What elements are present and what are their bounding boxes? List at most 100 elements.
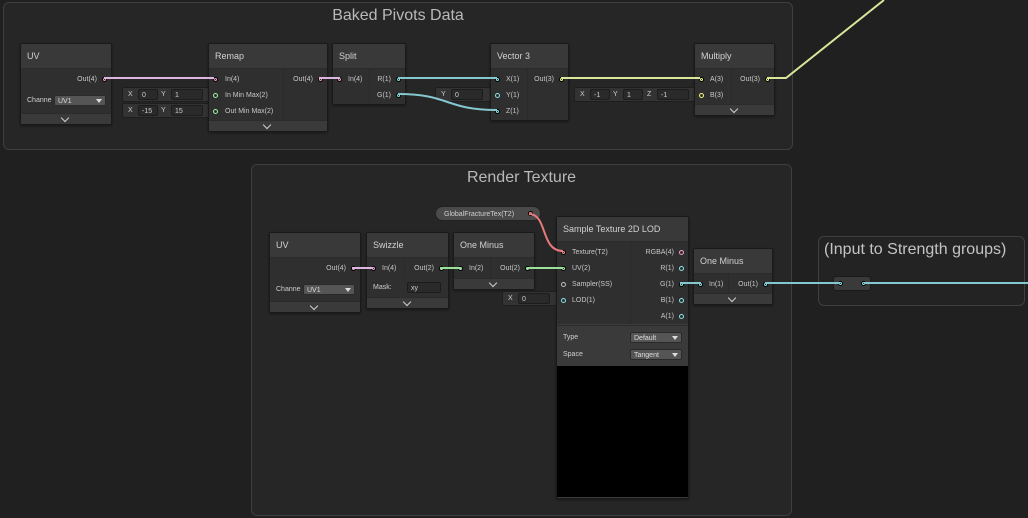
- x-field[interactable]: -15: [138, 105, 158, 116]
- split-node[interactable]: Split In(4) R(1) G(1): [332, 43, 406, 105]
- x-label: X: [580, 91, 585, 98]
- reroute-node[interactable]: [833, 276, 871, 291]
- collapse-toggle[interactable]: [209, 120, 327, 131]
- remap-in-port[interactable]: [213, 77, 218, 82]
- y-field[interactable]: 1: [171, 89, 203, 100]
- collapse-toggle[interactable]: [695, 104, 774, 115]
- sample-r-port[interactable]: [679, 266, 684, 271]
- sample-g-port[interactable]: [679, 282, 684, 287]
- sample-texture-2d-lod-node[interactable]: Sample Texture 2D LOD Texture(T2) UV(2) …: [556, 216, 689, 499]
- collapse-toggle[interactable]: [21, 113, 111, 124]
- vector3-y-port[interactable]: [495, 93, 500, 98]
- group-title: Baked Pivots Data: [332, 7, 464, 24]
- split-r-label: R(1): [377, 76, 391, 83]
- one-minus-out-port[interactable]: [763, 282, 768, 287]
- y-field[interactable]: 1: [623, 89, 643, 100]
- swizzle-in-port[interactable]: [371, 266, 376, 271]
- reroute-in-port[interactable]: [838, 281, 843, 286]
- sample-lod-port[interactable]: [561, 298, 566, 303]
- node-title: Swizzle: [367, 233, 448, 258]
- vector3-x-port[interactable]: [495, 77, 500, 82]
- uv-out-port[interactable]: [351, 266, 356, 271]
- split-g-port[interactable]: [396, 93, 401, 98]
- split-in-label: In(4): [348, 76, 363, 83]
- multiply-b-inline[interactable]: X -1 Y 1 Z -1: [574, 87, 696, 102]
- sample-sampler-port[interactable]: [561, 282, 566, 287]
- texture-property-node[interactable]: GlobalFractureTex(T2): [435, 206, 541, 221]
- vector3-z-label: Z(1): [506, 108, 519, 115]
- sample-lod-label: LOD(1): [572, 297, 595, 304]
- x-field[interactable]: 0: [138, 89, 158, 100]
- chevron-down-icon: [672, 336, 678, 340]
- one-minus-out-port[interactable]: [525, 266, 530, 271]
- one-minus-in-port[interactable]: [698, 282, 703, 287]
- remap-in-min-max-label: In Min Max(2): [225, 92, 268, 99]
- sample-b-port[interactable]: [679, 298, 684, 303]
- swizzle-out-label: Out(2): [414, 265, 434, 272]
- reroute-out-port[interactable]: [861, 281, 866, 286]
- swizzle-out-port[interactable]: [439, 266, 444, 271]
- remap-in-min-max-port[interactable]: [213, 93, 218, 98]
- one-minus-node[interactable]: One Minus In(1) Out(1): [693, 248, 773, 305]
- node-title: Vector 3: [491, 44, 568, 69]
- sample-texture-port[interactable]: [561, 250, 566, 255]
- collapse-toggle[interactable]: [694, 293, 772, 304]
- sample-lod-inline[interactable]: X 0: [502, 291, 558, 306]
- uv-node[interactable]: UV Out(4) Channe UV1: [20, 43, 112, 125]
- channel-dropdown[interactable]: UV1: [303, 284, 355, 295]
- multiply-node[interactable]: Multiply A(3) B(3) Out(3): [694, 43, 775, 116]
- multiply-b-port[interactable]: [699, 93, 704, 98]
- remap-out-min-max-inline[interactable]: X -15 Y 15: [122, 103, 210, 118]
- channel-label: Channe: [27, 97, 52, 104]
- sticky-note[interactable]: (Input to Strength groups): [818, 236, 1025, 306]
- node-title: UV: [270, 233, 360, 258]
- y-field[interactable]: 15: [171, 105, 203, 116]
- node-title: Remap: [209, 44, 327, 69]
- split-in-port[interactable]: [337, 77, 342, 82]
- vector3-out-port[interactable]: [559, 77, 564, 82]
- chevron-down-icon: [488, 278, 498, 288]
- one-minus-in-port[interactable]: [458, 266, 463, 271]
- space-value: Tangent: [634, 352, 659, 359]
- multiply-out-port[interactable]: [765, 77, 770, 82]
- one-minus-out-label: Out(2): [500, 265, 520, 272]
- y-field[interactable]: 0: [451, 89, 483, 100]
- texture-preview: [557, 366, 688, 497]
- type-dropdown[interactable]: Default: [630, 332, 682, 343]
- vector3-z-port[interactable]: [495, 109, 500, 114]
- collapse-toggle[interactable]: [454, 278, 534, 289]
- remap-out-port[interactable]: [318, 77, 323, 82]
- multiply-out-label: Out(3): [740, 76, 760, 83]
- swizzle-node[interactable]: Swizzle In(4) Out(2) Mask: xy: [366, 232, 449, 309]
- x-label: X: [508, 295, 513, 302]
- remap-in-min-max-inline[interactable]: X 0 Y 1: [122, 87, 210, 102]
- sample-rgba-port[interactable]: [679, 250, 684, 255]
- mask-field[interactable]: xy: [407, 282, 441, 293]
- multiply-a-label: A(3): [710, 76, 724, 83]
- space-dropdown[interactable]: Tangent: [630, 349, 682, 360]
- remap-out-min-max-port[interactable]: [213, 109, 218, 114]
- z-field[interactable]: -1: [657, 89, 689, 100]
- sample-a-port[interactable]: [679, 314, 684, 319]
- vector3-y-label: Y(1): [506, 92, 520, 99]
- vector3-out-label: Out(3): [534, 76, 554, 83]
- split-r-port[interactable]: [396, 77, 401, 82]
- property-out-port[interactable]: [528, 211, 533, 216]
- vector3-y-inline[interactable]: Y 0: [435, 87, 491, 102]
- collapse-toggle[interactable]: [367, 297, 448, 308]
- sample-uv-port[interactable]: [561, 266, 566, 271]
- x-field[interactable]: 0: [518, 293, 550, 304]
- vector3-node[interactable]: Vector 3 X(1) Y(1) Z(1) Out(3): [490, 43, 569, 121]
- remap-in-label: In(4): [225, 76, 240, 83]
- multiply-a-port[interactable]: [699, 77, 704, 82]
- chevron-down-icon: [727, 293, 737, 303]
- remap-node[interactable]: Remap In(4) In Min Max(2) Out Min Max(2)…: [208, 43, 328, 132]
- group-title: Render Texture: [466, 169, 577, 186]
- one-minus-node[interactable]: One Minus In(2) Out(2): [453, 232, 535, 290]
- x-field[interactable]: -1: [590, 89, 610, 100]
- uv-out-port[interactable]: [102, 77, 107, 82]
- uv-node[interactable]: UV Out(4) Channe UV1: [269, 232, 361, 313]
- channel-dropdown[interactable]: UV1: [54, 95, 106, 106]
- one-minus-in-label: In(1): [709, 281, 724, 288]
- collapse-toggle[interactable]: [270, 301, 360, 312]
